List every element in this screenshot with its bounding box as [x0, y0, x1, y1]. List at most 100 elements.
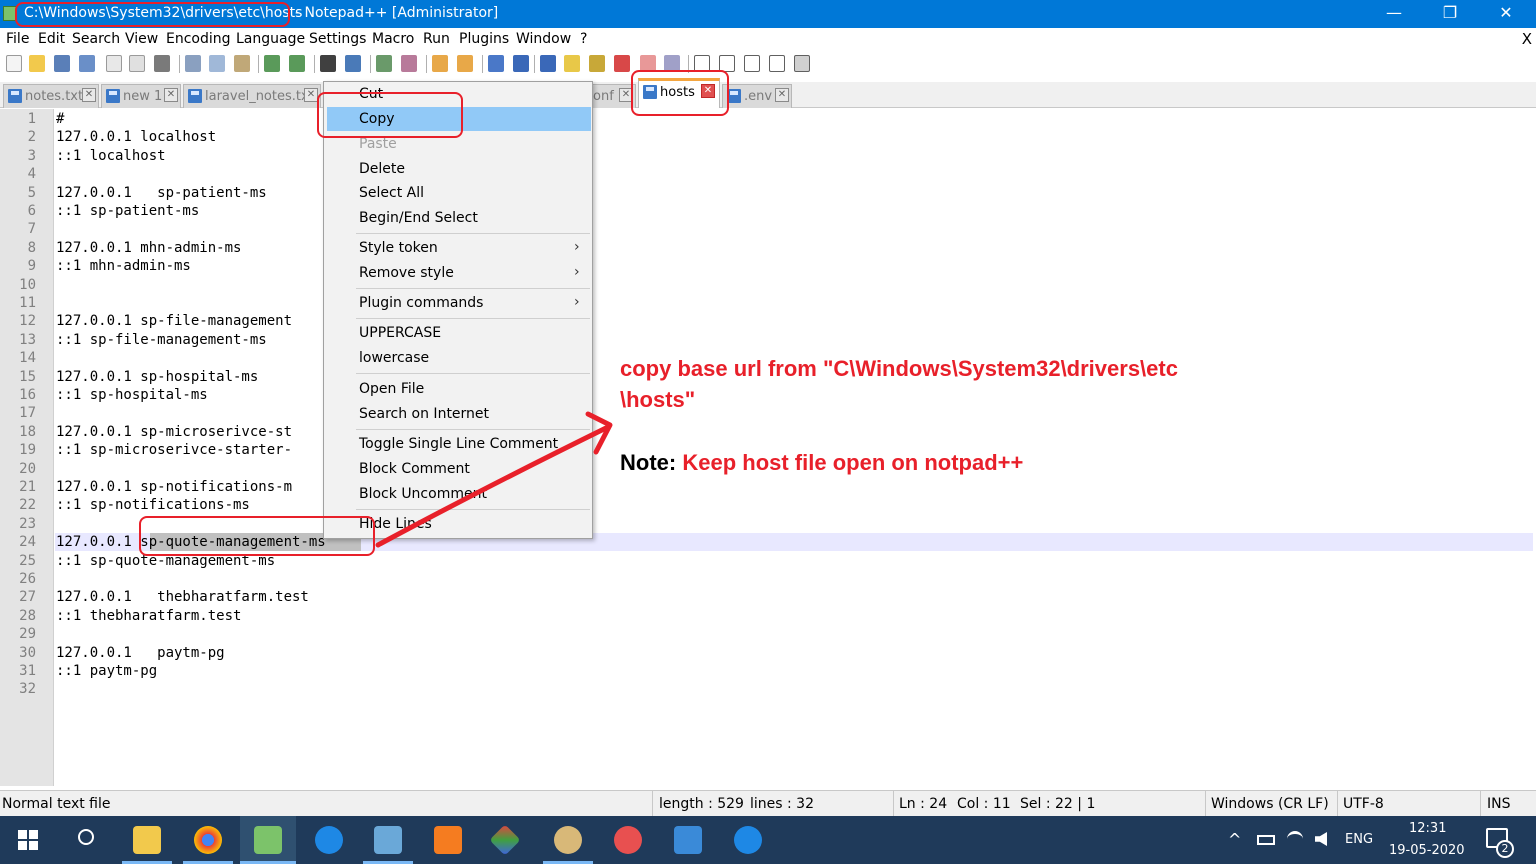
save-macro-icon[interactable] [794, 55, 810, 72]
code-line[interactable]: 127.0.0.1 paytm-pg [56, 645, 225, 661]
function-list-icon[interactable] [614, 55, 630, 72]
code-line[interactable]: 127.0.0.1 sp-patient-ms [56, 185, 267, 201]
indent-guide-icon[interactable] [540, 55, 556, 72]
wifi-icon[interactable] [1287, 831, 1303, 847]
status-encoding[interactable]: UTF-8 [1343, 796, 1384, 812]
close-file-icon[interactable] [106, 55, 122, 72]
run-macro-multiple-icon[interactable] [769, 55, 785, 72]
search-icon[interactable] [78, 829, 94, 845]
clock-date[interactable]: 19-05-2020 [1389, 843, 1465, 858]
menu-settings[interactable]: Settings [309, 31, 366, 47]
word-wrap-icon[interactable] [488, 55, 504, 72]
paste-icon[interactable] [234, 55, 250, 72]
photos-icon[interactable] [674, 826, 702, 854]
tab-notes-txt[interactable]: notes.txt ✕ [3, 84, 99, 108]
sync-horizontal-icon[interactable] [457, 55, 473, 72]
code-line[interactable]: ::1 sp-notifications-ms [56, 497, 250, 513]
status-insert-mode[interactable]: INS [1487, 796, 1511, 812]
user-language-icon[interactable] [564, 55, 580, 72]
menu-run[interactable]: Run [423, 31, 450, 47]
save-all-icon[interactable] [79, 55, 95, 72]
open-file-icon[interactable] [29, 55, 45, 72]
menu-plugins[interactable]: Plugins [459, 31, 509, 47]
zoom-in-icon[interactable] [376, 55, 392, 72]
editor-area[interactable]: 1 #2 127.0.0.1 localhost 3::1 localhost 4 5 12… [0, 109, 1536, 786]
code-line[interactable]: # [56, 111, 64, 127]
tab-close-icon[interactable]: ✕ [775, 88, 789, 102]
menu-edit[interactable]: Edit [38, 31, 65, 47]
code-line[interactable]: 127.0.0.1 sp-notifications-m [56, 479, 292, 495]
undo-icon[interactable] [264, 55, 280, 72]
code-line[interactable]: ::1 sp-patient-ms [56, 203, 199, 219]
tray-chevron-icon[interactable]: ^ [1228, 830, 1241, 849]
code-line[interactable]: ::1 localhost [56, 148, 166, 164]
windows-start-icon[interactable] [18, 830, 38, 850]
code-line[interactable]: ::1 paytm-pg [56, 663, 157, 679]
ctx-lowercase[interactable]: lowercase [359, 350, 429, 366]
copy-icon[interactable] [209, 55, 225, 72]
code-line[interactable]: ::1 sp-microserivce-starter- [56, 442, 292, 458]
code-line[interactable]: 127.0.0.1 sp-microserivce-st [56, 424, 292, 440]
ctx-block-uncomment[interactable]: Block Uncomment [359, 486, 487, 502]
paint-icon[interactable] [554, 826, 582, 854]
code-line[interactable]: ::1 thebharatfarm.test [56, 608, 241, 624]
code-line[interactable]: 127.0.0.1 localhost [56, 129, 216, 145]
menu-file[interactable]: File [6, 31, 29, 47]
close-window-button[interactable]: ✕ [1478, 0, 1534, 28]
file-explorer-icon[interactable] [133, 826, 161, 854]
language-indicator[interactable]: ENG [1345, 832, 1373, 847]
tab-env[interactable]: .env ✕ [722, 84, 792, 108]
ctx-uppercase[interactable]: UPPERCASE [359, 325, 441, 341]
new-file-icon[interactable] [6, 55, 22, 72]
redo-icon[interactable] [289, 55, 305, 72]
status-eol[interactable]: Windows (CR LF) [1211, 796, 1329, 812]
code-line[interactable]: ::1 mhn-admin-ms [56, 258, 191, 274]
ctx-style-token[interactable]: Style token [359, 240, 438, 256]
code-line[interactable]: 127.0.0.1 mhn-admin-ms [56, 240, 241, 256]
replace-icon[interactable] [345, 55, 361, 72]
code-line[interactable]: 127.0.0.1 thebharatfarm.test [56, 589, 309, 605]
snipping-tool-icon[interactable] [614, 826, 642, 854]
show-all-characters-icon[interactable] [513, 55, 529, 72]
code-line[interactable]: 127.0.0.1 sp-file-management [56, 313, 292, 329]
print-icon[interactable] [154, 55, 170, 72]
menu-view[interactable]: View [125, 31, 158, 47]
tab-close-icon[interactable]: ✕ [304, 88, 318, 102]
menu-window[interactable]: Window [516, 31, 571, 47]
ctx-delete[interactable]: Delete [359, 161, 405, 177]
ctx-search-internet[interactable]: Search on Internet [359, 406, 489, 422]
play-macro-icon[interactable] [744, 55, 760, 72]
ctx-open-file[interactable]: Open File [359, 381, 424, 397]
ctx-block-comment[interactable]: Block Comment [359, 461, 470, 477]
ctx-begin-end-select[interactable]: Begin/End Select [359, 210, 478, 226]
maximize-button[interactable]: ❐ [1422, 0, 1478, 28]
maps-pin-icon[interactable] [315, 826, 343, 854]
tab-close-icon[interactable]: ✕ [82, 88, 96, 102]
ctx-select-all[interactable]: Select All [359, 185, 424, 201]
menu-help[interactable]: ? [580, 31, 587, 47]
volume-icon[interactable] [1315, 832, 1327, 846]
code-line[interactable]: ::1 sp-hospital-ms [56, 387, 208, 403]
menu-search[interactable]: Search [72, 31, 120, 47]
xampp-icon[interactable] [434, 826, 462, 854]
close-all-icon[interactable] [129, 55, 145, 72]
battery-icon[interactable] [1257, 835, 1275, 845]
notes-app-icon[interactable] [374, 826, 402, 854]
tab-close-icon[interactable]: ✕ [164, 88, 178, 102]
ctx-plugin-commands[interactable]: Plugin commands [359, 295, 483, 311]
cut-icon[interactable] [185, 55, 201, 72]
menu-encoding[interactable]: Encoding [166, 31, 231, 47]
notepadpp-taskbar-icon[interactable] [254, 826, 282, 854]
document-map-icon[interactable] [589, 55, 605, 72]
menu-macro[interactable]: Macro [372, 31, 414, 47]
git-tool-icon[interactable] [489, 824, 521, 856]
close-document-button[interactable]: X [1522, 30, 1532, 48]
minimize-button[interactable]: — [1366, 0, 1422, 28]
clock-time[interactable]: 12:31 [1409, 821, 1446, 836]
find-icon[interactable] [320, 55, 336, 72]
save-icon[interactable] [54, 55, 70, 72]
sync-vertical-icon[interactable] [432, 55, 448, 72]
maps-pin-icon-2[interactable] [734, 826, 762, 854]
menu-language[interactable]: Language [236, 31, 305, 47]
ctx-remove-style[interactable]: Remove style [359, 265, 454, 281]
